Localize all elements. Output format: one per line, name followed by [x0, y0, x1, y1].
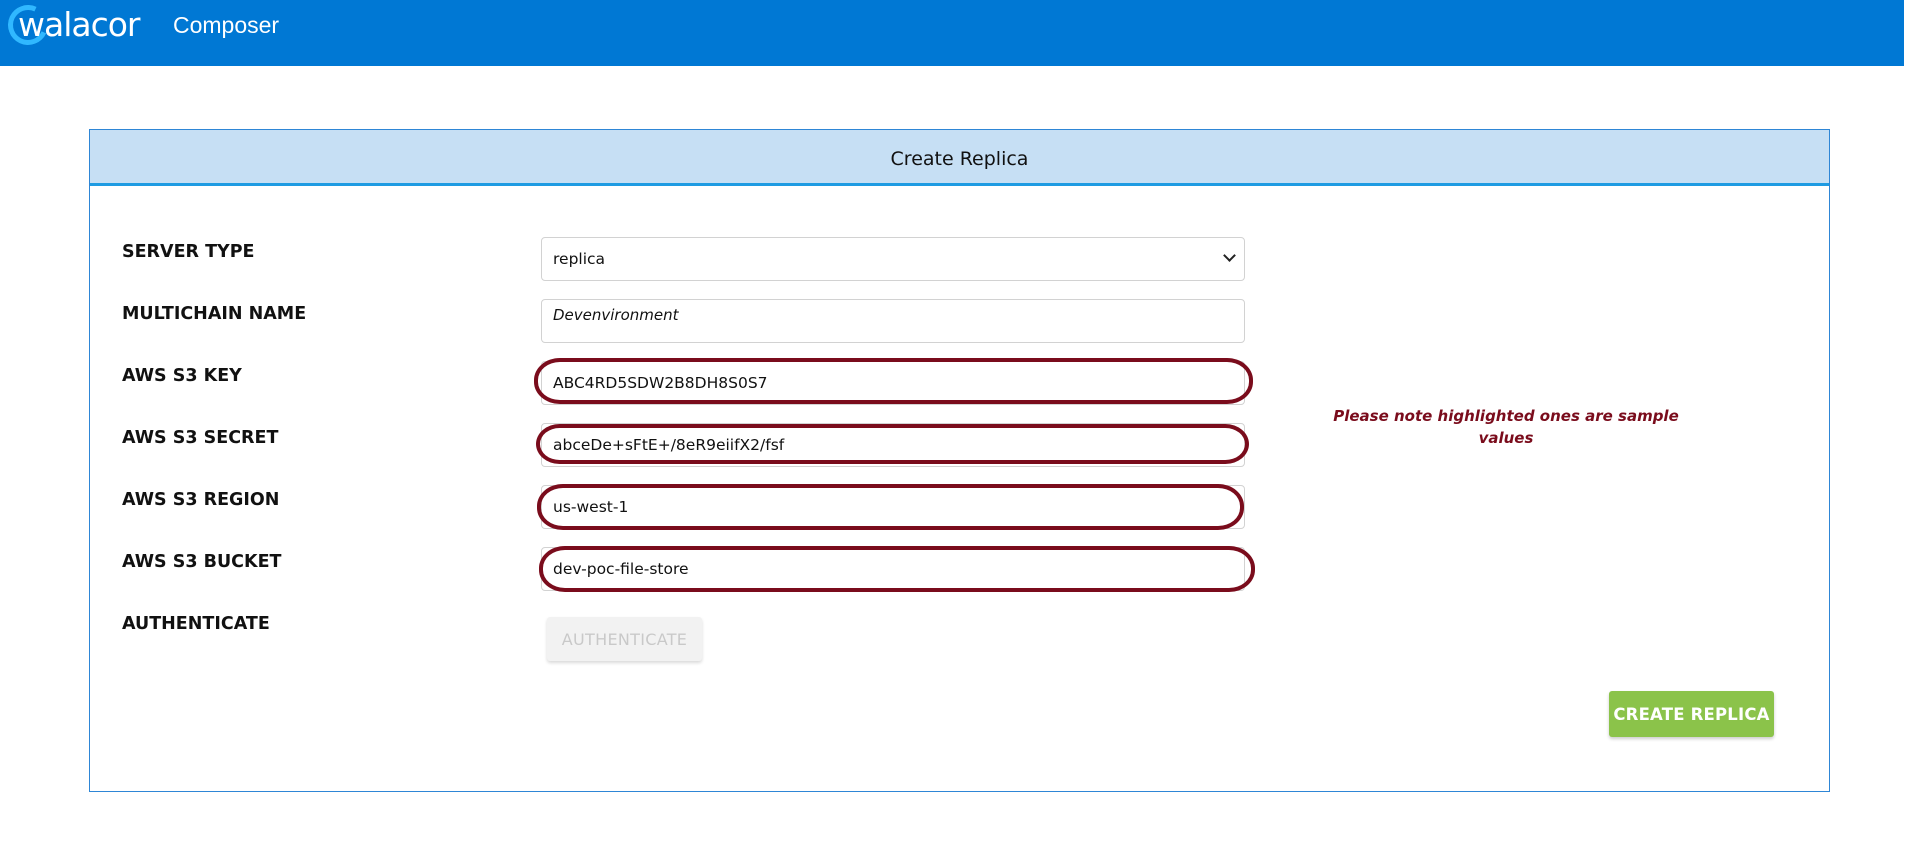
authenticate-button[interactable]: AUTHENTICATE	[547, 617, 702, 661]
aws-s3-key-value: ABC4RD5SDW2B8DH8S0S7	[553, 374, 768, 392]
aws-s3-key-input[interactable]: ABC4RD5SDW2B8DH8S0S7	[541, 361, 1245, 405]
authenticate-label: AUTHENTICATE	[122, 614, 270, 634]
server-type-label: SERVER TYPE	[122, 242, 255, 262]
aws-s3-bucket-value: dev-poc-file-store	[553, 560, 689, 578]
app-name: Composer	[173, 12, 280, 38]
create-replica-panel: Create Replica SERVER TYPE replica MULTI…	[89, 129, 1830, 792]
aws-s3-region-label: AWS S3 REGION	[122, 490, 280, 510]
create-replica-button[interactable]: CREATE REPLICA	[1609, 691, 1774, 737]
server-type-value: replica	[553, 250, 606, 268]
multichain-name-value: Devenvironment	[553, 306, 679, 324]
scrollbar-gutter	[1904, 0, 1918, 863]
aws-s3-bucket-label: AWS S3 BUCKET	[122, 552, 282, 572]
chevron-down-icon	[1223, 249, 1236, 262]
aws-s3-secret-value: abceDe+sFtE+/8eR9eiifX2/fsf	[553, 436, 785, 454]
multichain-name-input[interactable]: Devenvironment	[541, 299, 1245, 343]
aws-s3-region-value: us-west-1	[553, 498, 629, 516]
walacor-logo[interactable]: walacor	[2, 0, 158, 51]
aws-s3-secret-input[interactable]: abceDe+sFtE+/8eR9eiifX2/fsf	[541, 423, 1245, 467]
sample-values-note: Please note highlighted ones are sample …	[1333, 407, 1679, 447]
server-type-select[interactable]: replica	[541, 237, 1245, 281]
logo-text: walacor	[18, 5, 141, 44]
aws-s3-secret-label: AWS S3 SECRET	[122, 428, 279, 448]
top-bar: walacor Composer	[0, 0, 1904, 66]
aws-s3-key-label: AWS S3 KEY	[122, 366, 242, 386]
aws-s3-region-input[interactable]: us-west-1	[541, 485, 1245, 529]
aws-s3-bucket-input[interactable]: dev-poc-file-store	[541, 547, 1245, 591]
multichain-name-label: MULTICHAIN NAME	[122, 304, 307, 324]
panel-title: Create Replica	[90, 130, 1829, 186]
